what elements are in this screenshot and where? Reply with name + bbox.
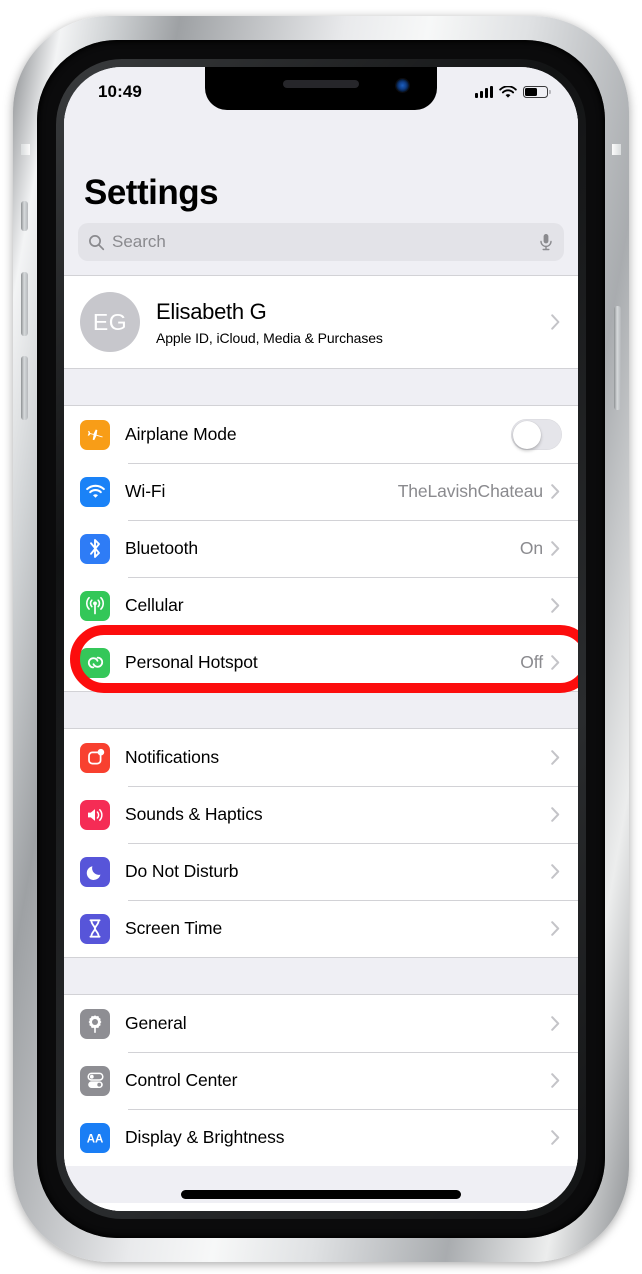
settings-scroll-view[interactable]: Settings Search EG Elisabeth G Apple ID,… xyxy=(64,67,578,1211)
chevron-right-icon xyxy=(551,655,560,670)
chevron-right-icon xyxy=(551,541,560,556)
status-bar-clock: 10:49 xyxy=(98,82,142,101)
row-value: On xyxy=(519,538,543,558)
gear-icon xyxy=(80,1008,110,1039)
row-control-center[interactable]: Control Center xyxy=(64,1052,578,1109)
search-icon xyxy=(89,234,105,250)
group-alerts: Notifications Sounds & Haptics Do Not Di… xyxy=(64,728,578,958)
chevron-right-icon xyxy=(551,1130,560,1145)
hotspot-link-icon xyxy=(80,647,110,678)
row-label: Bluetooth xyxy=(125,538,199,558)
microphone-icon[interactable] xyxy=(538,233,554,251)
battery-icon xyxy=(523,86,551,98)
apple-id-row[interactable]: EG Elisabeth G Apple ID, iCloud, Media &… xyxy=(64,276,578,368)
row-value: Off xyxy=(520,652,543,672)
group-connectivity: Airplane Mode Wi-Fi TheLavishChateau Blu… xyxy=(64,405,578,692)
cellular-antenna-icon xyxy=(80,590,110,621)
apple-id-subtitle: Apple ID, iCloud, Media & Purchases xyxy=(156,329,383,346)
screen-bottom-edge xyxy=(64,1203,578,1211)
row-label: Airplane Mode xyxy=(125,424,237,444)
chevron-right-icon xyxy=(551,1016,560,1031)
row-label: Cellular xyxy=(125,595,184,615)
screenshot-root: 10:49 Settings Search EG Elisabeth G App… xyxy=(0,0,642,1274)
notifications-icon xyxy=(80,742,110,773)
row-label: General xyxy=(125,1013,187,1033)
search-input[interactable]: Search xyxy=(78,223,564,261)
chevron-right-icon xyxy=(551,314,560,330)
display-aa-icon: AA xyxy=(80,1122,110,1153)
speaker-icon xyxy=(80,799,110,830)
phone-frame: 10:49 Settings Search EG Elisabeth G App… xyxy=(13,16,629,1262)
row-display-brightness[interactable]: AA Display & Brightness xyxy=(64,1109,578,1166)
group-system: General Control Center AA Display & Brig… xyxy=(64,994,578,1166)
moon-icon xyxy=(80,856,110,887)
volume-down-button[interactable] xyxy=(21,356,28,420)
group-separator xyxy=(64,958,578,994)
airplane-icon xyxy=(80,419,110,450)
chevron-right-icon xyxy=(551,484,560,499)
phone-bezel: 10:49 Settings Search EG Elisabeth G App… xyxy=(37,40,605,1238)
wifi-icon xyxy=(80,476,110,507)
group-separator xyxy=(64,692,578,728)
group-separator xyxy=(64,369,578,405)
row-label: Display & Brightness xyxy=(125,1127,285,1147)
row-label: Do Not Disturb xyxy=(125,861,239,881)
row-label: Wi-Fi xyxy=(125,481,166,501)
earpiece-speaker-icon xyxy=(283,80,359,88)
volume-up-button[interactable] xyxy=(21,272,28,336)
control-center-icon xyxy=(80,1065,110,1096)
chevron-right-icon xyxy=(551,864,560,879)
row-do-not-disturb[interactable]: Do Not Disturb xyxy=(64,843,578,900)
row-label: Notifications xyxy=(125,747,220,767)
row-personal-hotspot[interactable]: Personal Hotspot Off xyxy=(64,634,578,691)
frame-antenna-seam-right xyxy=(612,144,621,155)
bluetooth-icon xyxy=(80,533,110,564)
apple-id-group: EG Elisabeth G Apple ID, iCloud, Media &… xyxy=(64,275,578,369)
chevron-right-icon xyxy=(551,807,560,822)
search-container: Search xyxy=(64,223,578,275)
chevron-right-icon xyxy=(551,598,560,613)
chevron-right-icon xyxy=(551,921,560,936)
home-indicator[interactable] xyxy=(181,1190,461,1199)
row-label: Personal Hotspot xyxy=(125,652,258,672)
wifi-icon xyxy=(499,85,517,98)
svg-text:AA: AA xyxy=(87,1133,104,1145)
apple-id-name: Elisabeth G xyxy=(156,298,267,324)
row-label: Control Center xyxy=(125,1070,238,1090)
page-title: Settings xyxy=(64,113,578,223)
chevron-right-icon xyxy=(551,1073,560,1088)
row-label: Screen Time xyxy=(125,918,223,938)
search-placeholder: Search xyxy=(112,232,166,251)
status-bar-indicators xyxy=(475,85,551,99)
notch xyxy=(205,67,437,110)
row-bluetooth[interactable]: Bluetooth On xyxy=(64,520,578,577)
row-value: TheLavishChateau xyxy=(397,481,543,501)
row-wifi[interactable]: Wi-Fi TheLavishChateau xyxy=(64,463,578,520)
row-airplane-mode[interactable]: Airplane Mode xyxy=(64,406,578,463)
mute-switch-button[interactable] xyxy=(21,201,28,231)
row-notifications[interactable]: Notifications xyxy=(64,729,578,786)
apple-id-text: Elisabeth G Apple ID, iCloud, Media & Pu… xyxy=(156,299,551,346)
airplane-mode-toggle[interactable] xyxy=(511,419,562,450)
phone-inner-ring: 10:49 Settings Search EG Elisabeth G App… xyxy=(56,59,586,1219)
phone-screen: 10:49 Settings Search EG Elisabeth G App… xyxy=(64,67,578,1211)
avatar: EG xyxy=(80,292,140,352)
power-button[interactable] xyxy=(614,306,621,410)
hourglass-icon xyxy=(80,913,110,944)
front-camera-icon xyxy=(396,79,409,92)
row-label: Sounds & Haptics xyxy=(125,804,263,824)
row-general[interactable]: General xyxy=(64,995,578,1052)
row-screen-time[interactable]: Screen Time xyxy=(64,900,578,957)
chevron-right-icon xyxy=(551,750,560,765)
row-cellular[interactable]: Cellular xyxy=(64,577,578,634)
frame-antenna-seam-left xyxy=(21,144,30,155)
signal-bars-icon xyxy=(475,86,493,98)
row-sounds-haptics[interactable]: Sounds & Haptics xyxy=(64,786,578,843)
